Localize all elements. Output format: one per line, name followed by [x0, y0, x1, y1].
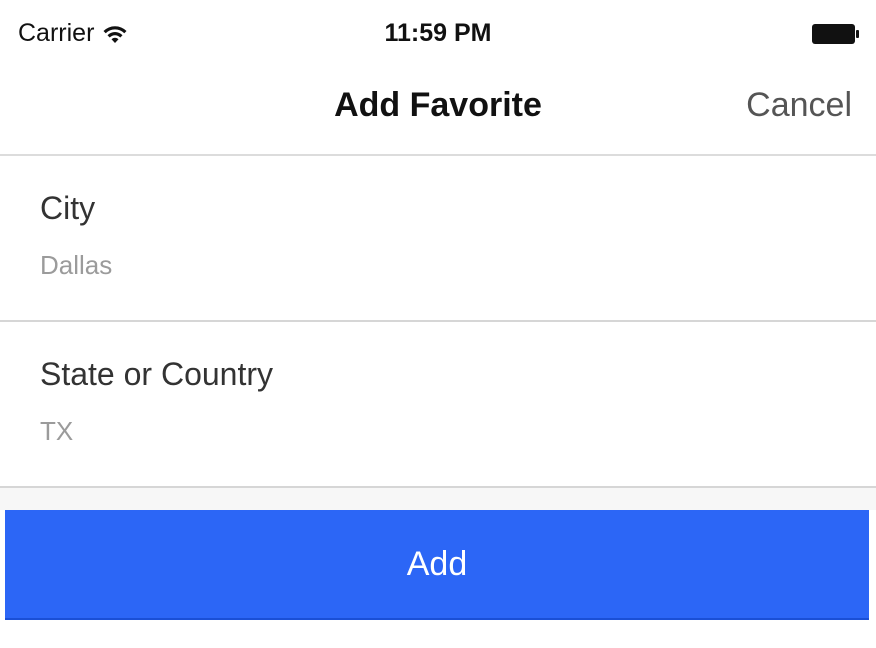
page-title: Add Favorite [334, 86, 542, 124]
cancel-button[interactable]: Cancel [746, 86, 852, 125]
navigation-bar: Add Favorite Cancel [0, 66, 876, 156]
battery-icon [812, 24, 859, 44]
state-row: State or Country [0, 322, 876, 488]
status-time: 11:59 PM [384, 19, 492, 47]
city-row: City [0, 156, 876, 322]
state-input[interactable] [40, 416, 820, 447]
add-button[interactable]: Add [5, 510, 869, 620]
form-spacer [0, 488, 876, 510]
city-label: City [40, 190, 96, 226]
city-input[interactable] [40, 250, 820, 281]
state-label: State or Country [40, 356, 273, 392]
status-bar: Carrier 11:59 PM [0, 0, 876, 66]
